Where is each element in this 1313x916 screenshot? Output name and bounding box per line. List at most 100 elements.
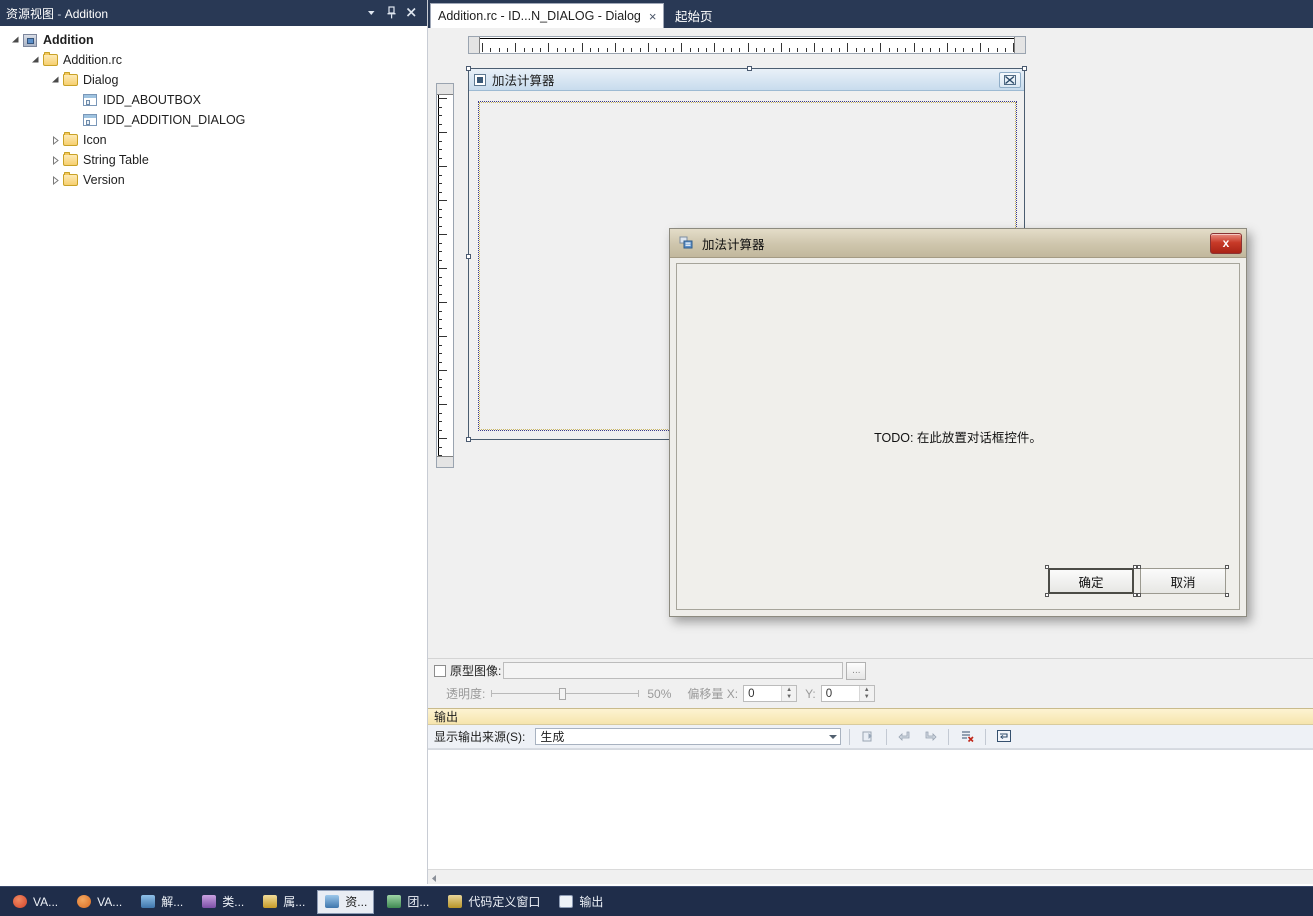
taskbar-item-label: 资... [345,895,368,909]
output-window-icon [558,894,574,909]
scroll-left-icon[interactable] [430,872,439,882]
tab-close-icon[interactable]: × [649,10,657,23]
ruler-handle-bottom[interactable] [437,456,453,467]
output-content[interactable] [428,749,1313,870]
prototype-image-bar: 原型图像: ... 透明度: 50% 偏移量 X: 0 ▲ ▼ Y: 0 ▲ ▼ [428,658,1313,708]
offset-y-label: Y: [805,686,816,701]
folder-icon [42,52,59,68]
tree-item-idd-aboutbox[interactable]: IDD_ABOUTBOX [0,90,427,110]
tree-item-addition-rc[interactable]: Addition.rc [0,50,427,70]
taskbar-item-output[interactable]: 输出 [552,890,609,914]
close-box-icon[interactable] [999,71,1021,88]
tree-item-icon[interactable]: Icon [0,130,427,150]
tree-item-label: Version [83,173,125,187]
toolbar-separator [886,728,888,745]
offset-y-stepper[interactable]: 0 ▲ ▼ [820,685,875,702]
taskbar-item-va-2[interactable]: VA... [70,890,128,914]
navigate-previous-icon[interactable] [895,727,915,746]
vertical-ruler[interactable] [436,83,454,468]
tree-item-dialog[interactable]: Dialog [0,70,427,90]
dialog-resource-icon [82,92,99,108]
output-source-value: 生成 [540,730,565,744]
resize-handle-sw[interactable] [466,437,471,442]
close-icon[interactable] [405,6,418,21]
va-outline-icon [76,894,92,909]
ok-button[interactable]: 确定 [1048,568,1134,594]
expander-none [68,110,82,130]
chevron-down-icon[interactable] [365,6,378,21]
tree-item-label: Addition [43,33,94,47]
properties-icon [262,894,278,909]
output-horizontal-scrollbar[interactable] [428,869,1313,884]
taskbar-item-class-view[interactable]: 类... [195,890,250,914]
dialog-button-row: 确定 取消 [1045,565,1229,597]
prototype-image-path-input[interactable] [503,662,844,679]
toggle-word-wrap-icon[interactable] [994,727,1014,746]
va-tomato-icon [12,894,28,909]
toolbar-separator [849,728,851,745]
close-button[interactable]: x [1210,232,1242,254]
tree-item-label: Dialog [83,73,119,87]
resource-tree[interactable]: Addition Addition.rc Dialog IDD_ABOUTBOX [0,26,427,884]
taskbar-item-resource-view[interactable]: 资... [317,889,375,914]
taskbar-item-team-explorer[interactable]: 团... [380,890,435,914]
offset-x-spin-buttons[interactable]: ▲ ▼ [781,686,797,701]
transparency-label: 透明度: [446,687,486,701]
ruler-line [480,38,1014,39]
visual-studio-window: 资源视图 - Addition Addition Addition.rc Dia… [0,0,1313,916]
expander-expanded-icon[interactable] [8,30,22,50]
clear-all-icon[interactable] [957,727,977,746]
output-source-dropdown[interactable]: 生成 [535,728,842,745]
cancel-button[interactable]: 取消 [1140,568,1226,594]
tree-item-string-table[interactable]: String Table [0,150,427,170]
running-dialog-window[interactable]: 加法计算器 x TODO: 在此放置对话框控件。 确定 取消 [669,228,1247,617]
ruler-handle-right[interactable] [1014,37,1025,53]
tree-item-version[interactable]: Version [0,170,427,190]
tree-item-idd-addition-dialog[interactable]: IDD_ADDITION_DIALOG [0,110,427,130]
navigate-next-icon[interactable] [920,727,940,746]
resource-view-title-sep: - [54,6,65,21]
resize-handle-ne[interactable] [1022,66,1027,71]
ruler-handle-left[interactable] [469,37,480,53]
spin-up-icon[interactable]: ▲ [859,686,874,694]
expander-expanded-icon[interactable] [28,50,42,70]
toolbar-separator [948,728,950,745]
spin-down-icon[interactable]: ▼ [859,693,874,701]
ruler-handle-top[interactable] [437,84,453,95]
class-view-icon [201,894,217,909]
prototype-image-label: 原型图像: [450,664,502,678]
taskbar-item-label: 团... [407,895,430,909]
taskbar-item-code-definition-window[interactable]: 代码定义窗口 [441,890,546,914]
folder-icon [62,152,79,168]
spin-down-icon[interactable]: ▼ [782,693,797,701]
transparency-slider[interactable] [491,687,640,701]
taskbar-item-solution-explorer[interactable]: 解... [134,890,189,914]
offset-y-spin-buttons[interactable]: ▲ ▼ [858,686,874,701]
slider-thumb[interactable] [559,687,567,700]
resize-handle-n[interactable] [746,66,752,71]
prototype-image-checkbox[interactable] [434,664,446,677]
taskbar-item-label: 代码定义窗口 [468,895,541,909]
taskbar-item-properties[interactable]: 属... [256,890,311,914]
pin-icon[interactable] [385,5,398,21]
expander-collapsed-icon[interactable] [48,150,62,170]
taskbar-item-va-1[interactable]: VA... [6,890,64,914]
tree-item-addition[interactable]: Addition [0,30,427,50]
design-dialog-title: 加法计算器 [492,74,555,88]
horizontal-ruler[interactable] [468,36,1026,54]
tab-addition-rc-dialog[interactable]: Addition.rc - ID...N_DIALOG - Dialog × [430,3,665,28]
expander-expanded-icon[interactable] [48,70,62,90]
spin-up-icon[interactable]: ▲ [782,686,797,694]
tab-start-page[interactable]: 起始页 [668,2,720,28]
offset-x-stepper[interactable]: 0 ▲ ▼ [743,685,798,702]
code-definition-icon [447,894,463,909]
resize-handle-nw[interactable] [466,66,471,71]
taskbar-item-label: 类... [222,895,245,909]
taskbar-item-label: 输出 [579,895,604,909]
browse-button[interactable]: ... [846,661,867,680]
expander-collapsed-icon[interactable] [48,170,62,190]
running-dialog-titlebar[interactable]: 加法计算器 x [670,229,1246,258]
expander-collapsed-icon[interactable] [48,130,62,150]
jump-to-location-icon[interactable] [858,727,878,746]
resize-handle-w[interactable] [466,254,471,259]
